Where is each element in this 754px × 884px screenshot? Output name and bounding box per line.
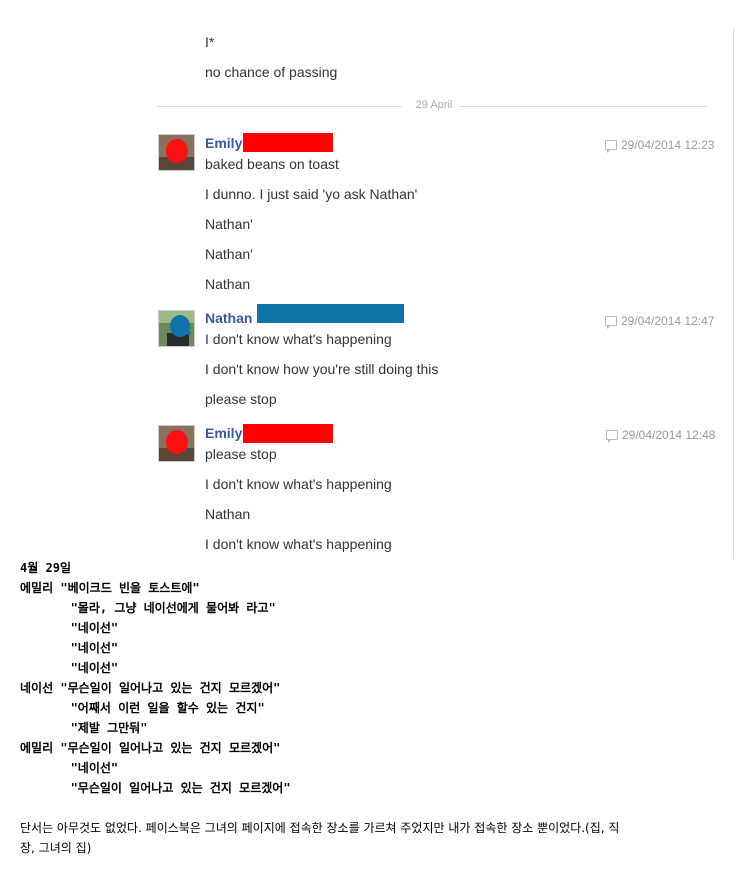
- sender-name[interactable]: Nathan: [205, 309, 252, 327]
- message-timestamp: 29/04/2014 12:47: [605, 313, 714, 329]
- translation-line: 네이선 "무슨일이 일어나고 있는 건지 모르겠어": [20, 681, 281, 695]
- message-text: no chance of passing: [205, 64, 338, 80]
- message-icon: [606, 430, 618, 443]
- translation-line: 에밀리 "베이크드 빈을 토스트에": [20, 581, 200, 595]
- emily-avatar[interactable]: [158, 134, 195, 171]
- message-text: I don't know what's happening: [205, 536, 392, 552]
- message-text: I don't know how you're still doing this: [205, 361, 439, 377]
- chat-transcript: I* no chance of passing 29 April Emily 2…: [0, 0, 754, 560]
- translation-line: "무슨일이 일어나고 있는 건지 모르겠어": [20, 781, 291, 795]
- message-timestamp: 29/04/2014 12:48: [606, 427, 715, 443]
- nathan-avatar[interactable]: [158, 310, 195, 347]
- date-divider: 29 April: [157, 99, 707, 113]
- translation-line: 에밀리 "무슨일이 일어나고 있는 건지 모르겠어": [20, 741, 281, 755]
- translation-line: "어째서 이런 일을 할수 있는 건지": [20, 701, 265, 715]
- message-text: Nathan: [205, 276, 251, 292]
- sender-name[interactable]: Emily: [205, 134, 242, 152]
- redacted-surname: [243, 133, 333, 152]
- divider-rule: [459, 106, 707, 107]
- translation-date: 4월 29일: [20, 561, 71, 575]
- message-text: Nathan: [205, 506, 251, 522]
- message-text: I don't know what's happening: [205, 476, 392, 492]
- emily-avatar[interactable]: [158, 425, 195, 462]
- translation-line: "네이선": [20, 661, 119, 675]
- redacted-surname: [243, 424, 333, 443]
- message-text: baked beans on toast: [205, 156, 339, 172]
- message-icon: [605, 140, 617, 153]
- translation-line: "네이선": [20, 621, 119, 635]
- translation-line: "몰라, 그냥 네이선에게 물어봐 라고": [20, 601, 276, 615]
- translation-line: "제발 그만둬": [20, 721, 148, 735]
- translation-line: "네이선": [20, 641, 119, 655]
- message-icon: [605, 316, 617, 329]
- message-text: I*: [205, 34, 215, 50]
- chat-scrollbar-edge: [733, 28, 734, 558]
- message-text: I don't know what's happening: [205, 331, 392, 347]
- message-text: Nathan': [205, 246, 253, 262]
- message-timestamp: 29/04/2014 12:23: [605, 137, 714, 153]
- translation-line: "네이선": [20, 761, 119, 775]
- divider-rule: [157, 106, 402, 107]
- footnote-paragraph: 단서는 아무것도 없었다. 페이스북은 그녀의 페이지에 접속한 장소를 가르쳐…: [20, 821, 620, 855]
- sender-name[interactable]: Emily: [205, 424, 242, 442]
- message-text: Nathan': [205, 216, 253, 232]
- message-text: please stop: [205, 391, 277, 407]
- message-text: I dunno. I just said 'yo ask Nathan': [205, 186, 418, 202]
- message-text: please stop: [205, 446, 277, 462]
- date-divider-label: 29 April: [415, 99, 453, 111]
- redacted-surname: [257, 304, 404, 323]
